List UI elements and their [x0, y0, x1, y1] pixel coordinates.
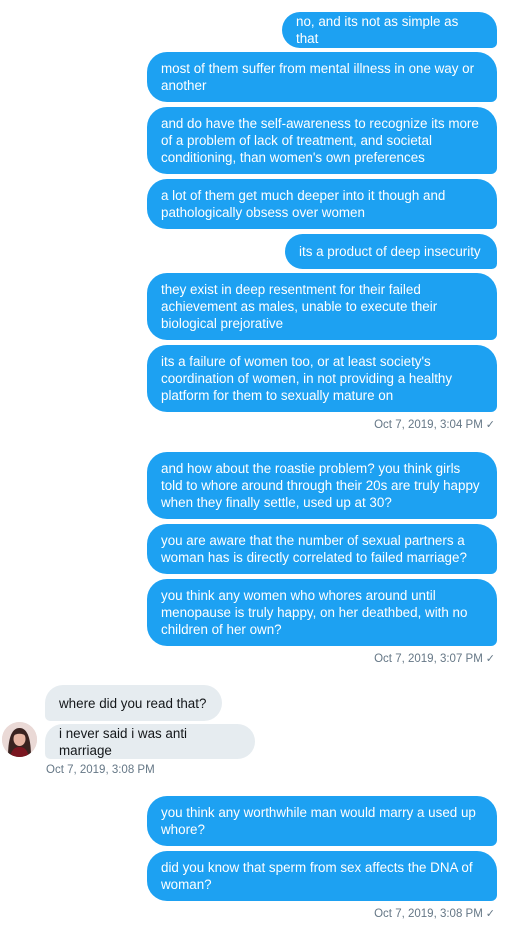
outgoing-message[interactable]: most of them suffer from mental illness …: [147, 52, 497, 102]
outgoing-message[interactable]: and how about the roastie problem? you t…: [147, 452, 497, 519]
outgoing-message[interactable]: you think any women who whores around un…: [147, 579, 497, 646]
avatar[interactable]: [2, 722, 37, 757]
outgoing-message[interactable]: its a failure of women too, or at least …: [147, 345, 497, 412]
timestamp-text: Oct 7, 2019, 3:08 PM: [374, 908, 483, 920]
timestamp-text: Oct 7, 2019, 3:07 PM: [374, 653, 483, 665]
message-timestamp: Oct 7, 2019, 3:08 PM: [46, 764, 155, 776]
avatar-image: [2, 722, 37, 757]
outgoing-message[interactable]: and do have the self-awareness to recogn…: [147, 107, 497, 174]
checkmark-icon: ✓: [485, 653, 495, 665]
incoming-message[interactable]: i never said i was anti marriage: [45, 724, 255, 759]
outgoing-message[interactable]: you think any worthwhile man would marry…: [147, 796, 497, 846]
message-timestamp: Oct 7, 2019, 3:08 PM ✓: [374, 907, 495, 920]
outgoing-message[interactable]: no, and its not as simple as that: [282, 12, 497, 48]
outgoing-message[interactable]: you are aware that the number of sexual …: [147, 524, 497, 574]
message-timestamp: Oct 7, 2019, 3:07 PM ✓: [374, 652, 495, 665]
timestamp-text: Oct 7, 2019, 3:08 PM: [46, 764, 155, 776]
timestamp-text: Oct 7, 2019, 3:04 PM: [374, 419, 483, 431]
checkmark-icon: ✓: [485, 419, 495, 431]
incoming-message[interactable]: where did you read that?: [45, 685, 222, 721]
checkmark-icon: ✓: [485, 908, 495, 920]
outgoing-message[interactable]: did you know that sperm from sex affects…: [147, 851, 497, 901]
outgoing-message[interactable]: its a product of deep insecurity: [285, 234, 497, 269]
outgoing-message[interactable]: they exist in deep resentment for their …: [147, 273, 497, 340]
message-timestamp: Oct 7, 2019, 3:04 PM ✓: [374, 418, 495, 431]
outgoing-message[interactable]: a lot of them get much deeper into it th…: [147, 179, 497, 229]
